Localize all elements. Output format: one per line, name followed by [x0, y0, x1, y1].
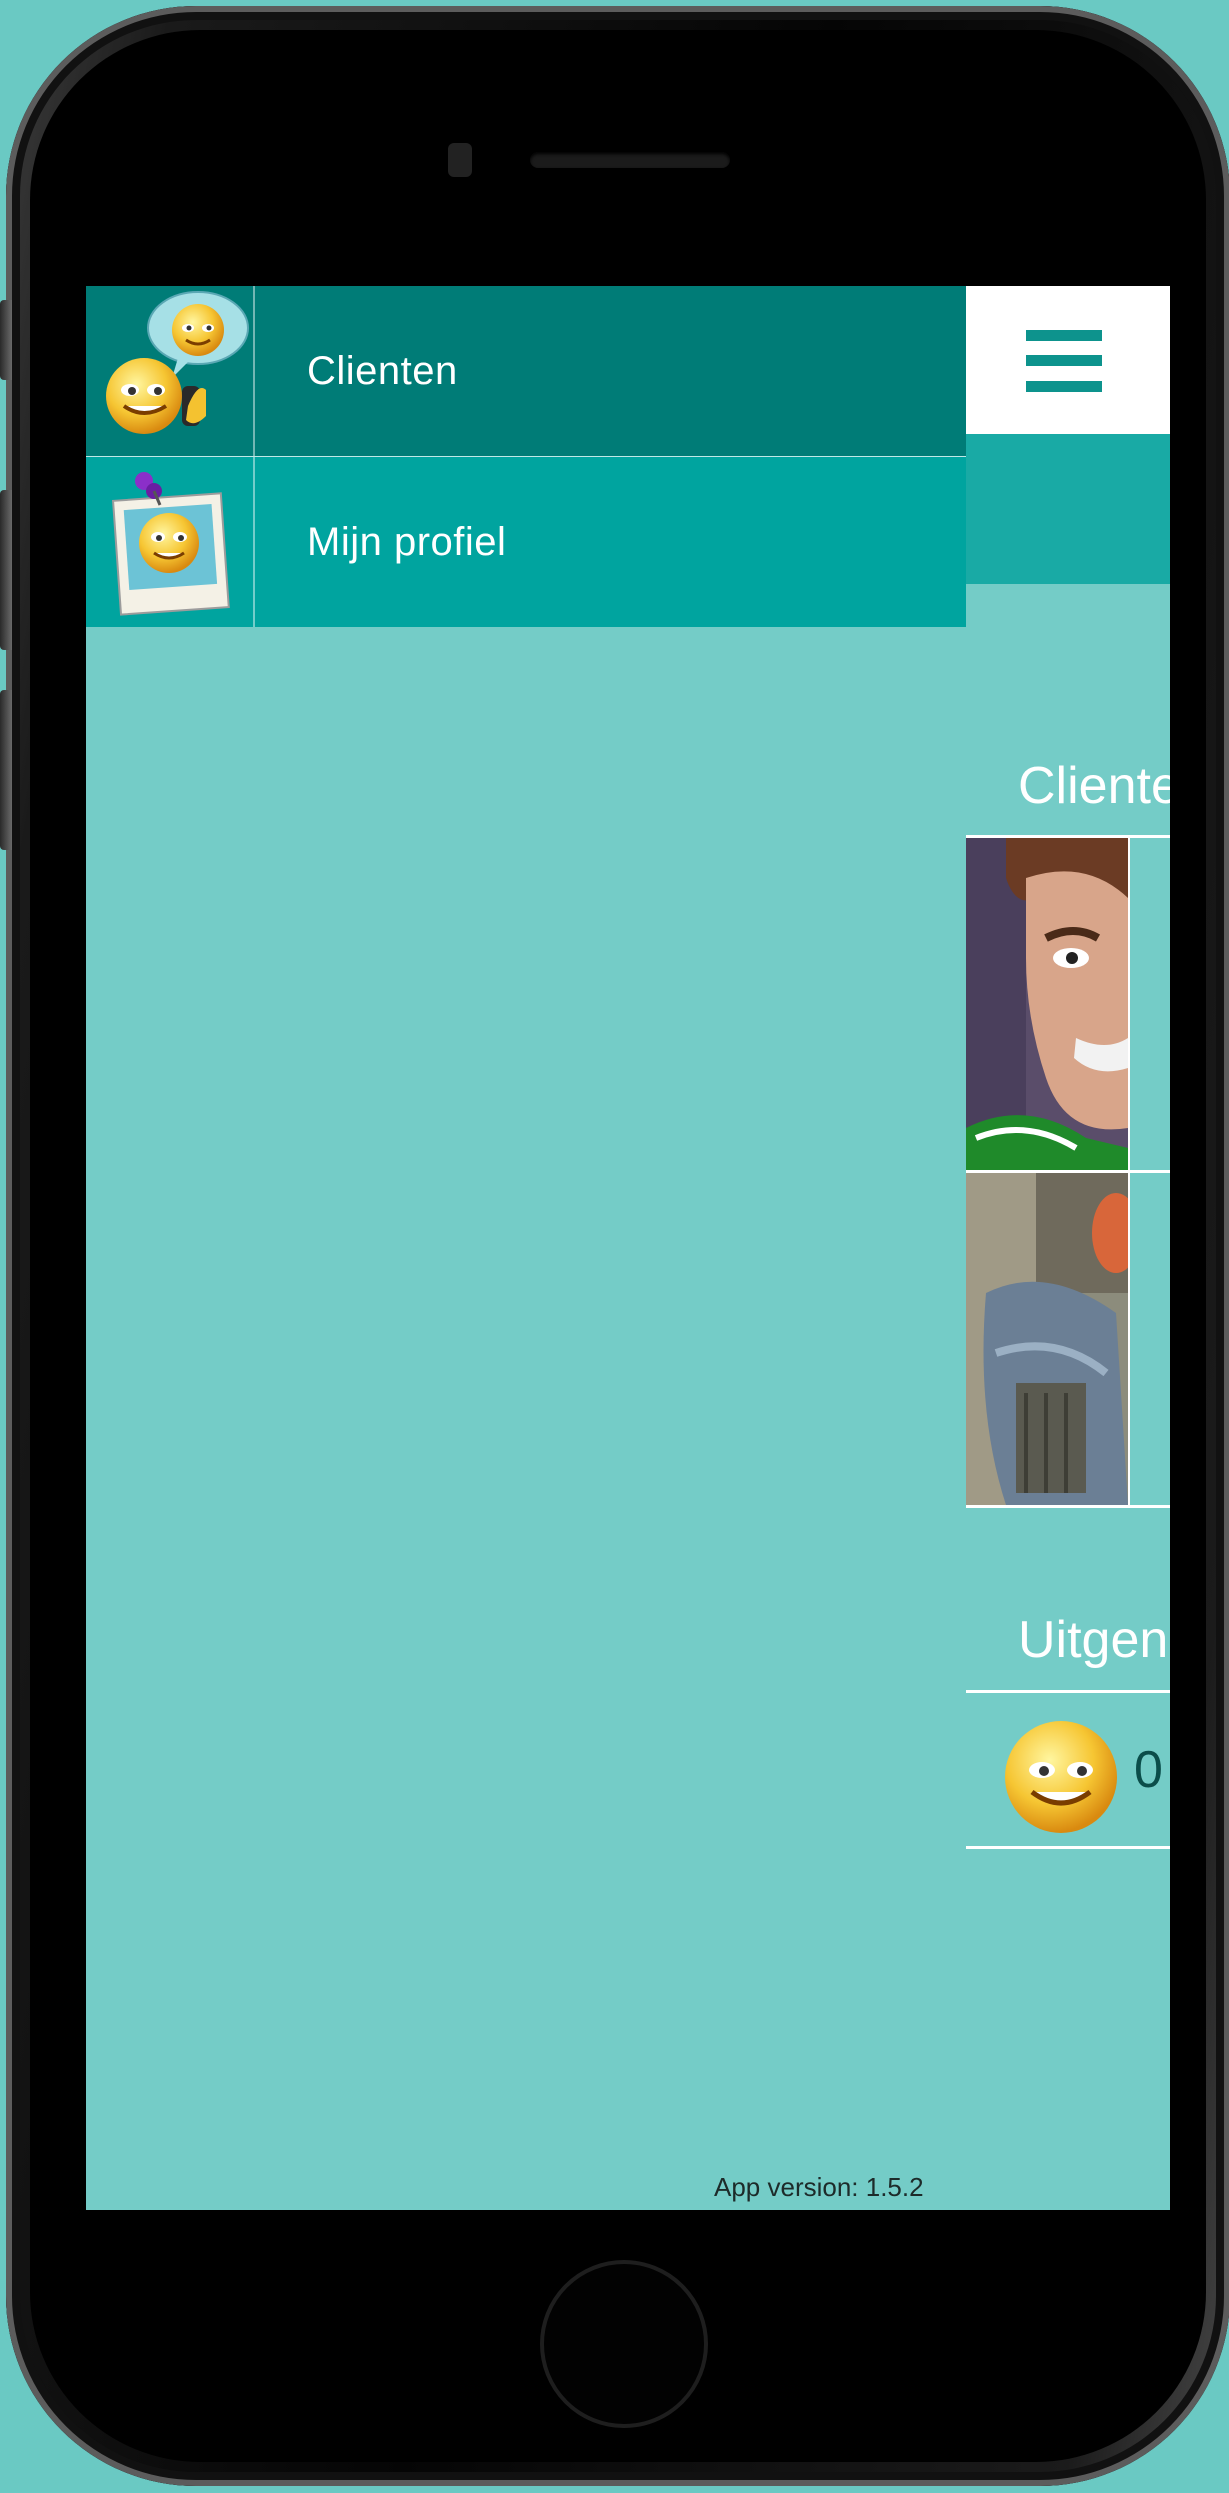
- hamburger-line: [1026, 355, 1102, 366]
- outgoing-row[interactable]: 0: [966, 1696, 1170, 1846]
- top-bar: [966, 286, 1170, 434]
- hamburger-icon[interactable]: [1026, 330, 1102, 392]
- icon-cell: [86, 286, 255, 456]
- volume-down-button: [0, 690, 12, 850]
- menu-item-label: Clienten: [307, 348, 458, 393]
- outgoing-value: 0: [1134, 1741, 1163, 1799]
- home-button[interactable]: [540, 2260, 708, 2428]
- client-avatar: [966, 838, 1128, 1170]
- earpiece-speaker: [530, 152, 730, 168]
- profile-photo-smiley-icon: [111, 472, 230, 616]
- front-camera: [448, 143, 472, 177]
- main-content: Clienten: [966, 286, 1170, 2210]
- smiley-icon: [1005, 1721, 1117, 1833]
- client-row[interactable]: [966, 838, 1170, 1170]
- divider: [1128, 1173, 1130, 1505]
- icon-cell: [86, 457, 255, 627]
- hamburger-line: [1026, 381, 1102, 392]
- menu-item-label: Mijn profiel: [307, 519, 507, 564]
- outgoing-section-title: Uitgen: [1018, 1611, 1169, 1669]
- clients-smileys-icon: [106, 291, 249, 434]
- client-row[interactable]: [966, 1173, 1170, 1505]
- hamburger-line: [1026, 330, 1102, 341]
- divider: [966, 1846, 1170, 1849]
- volume-up-button: [0, 490, 12, 650]
- divider: [966, 1505, 1170, 1508]
- app-screen: Clienten Mijn profiel App version: 1.5.2…: [86, 286, 1170, 2210]
- divider: [966, 1690, 1170, 1693]
- sub-header-bar: [966, 434, 1170, 584]
- menu-item-clienten[interactable]: Clienten: [86, 286, 966, 456]
- menu-item-mijn-profiel[interactable]: Mijn profiel: [86, 457, 966, 627]
- client-avatar: [966, 1173, 1128, 1505]
- divider: [1128, 838, 1130, 1170]
- app-version: App version: 1.5.2: [714, 2172, 924, 2202]
- mute-switch: [0, 300, 12, 380]
- clients-section-title: Clienten: [1018, 757, 1170, 815]
